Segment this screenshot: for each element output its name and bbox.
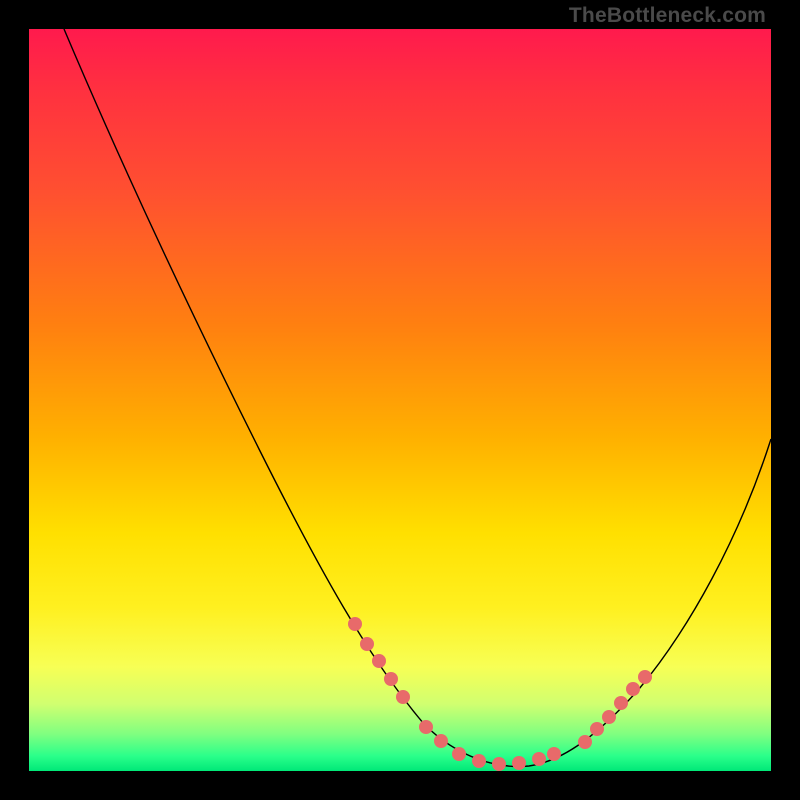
data-dot bbox=[360, 637, 374, 651]
data-dot bbox=[472, 754, 486, 768]
data-dot bbox=[419, 720, 433, 734]
chart-overlay bbox=[29, 29, 771, 771]
data-dot bbox=[396, 690, 410, 704]
data-dot bbox=[638, 670, 652, 684]
data-dot bbox=[434, 734, 448, 748]
data-dot bbox=[372, 654, 386, 668]
data-dot bbox=[626, 682, 640, 696]
data-dot bbox=[492, 757, 506, 771]
watermark-text: TheBottleneck.com bbox=[569, 4, 766, 28]
data-dot bbox=[452, 747, 466, 761]
data-dot bbox=[384, 672, 398, 686]
data-dot bbox=[532, 752, 546, 766]
data-dot bbox=[590, 722, 604, 736]
data-dot bbox=[512, 756, 526, 770]
bottleneck-curve bbox=[64, 29, 771, 767]
data-dot bbox=[578, 735, 592, 749]
data-dot bbox=[614, 696, 628, 710]
data-dot bbox=[602, 710, 616, 724]
data-dot bbox=[348, 617, 362, 631]
chart-frame bbox=[29, 29, 771, 771]
data-dot bbox=[547, 747, 561, 761]
